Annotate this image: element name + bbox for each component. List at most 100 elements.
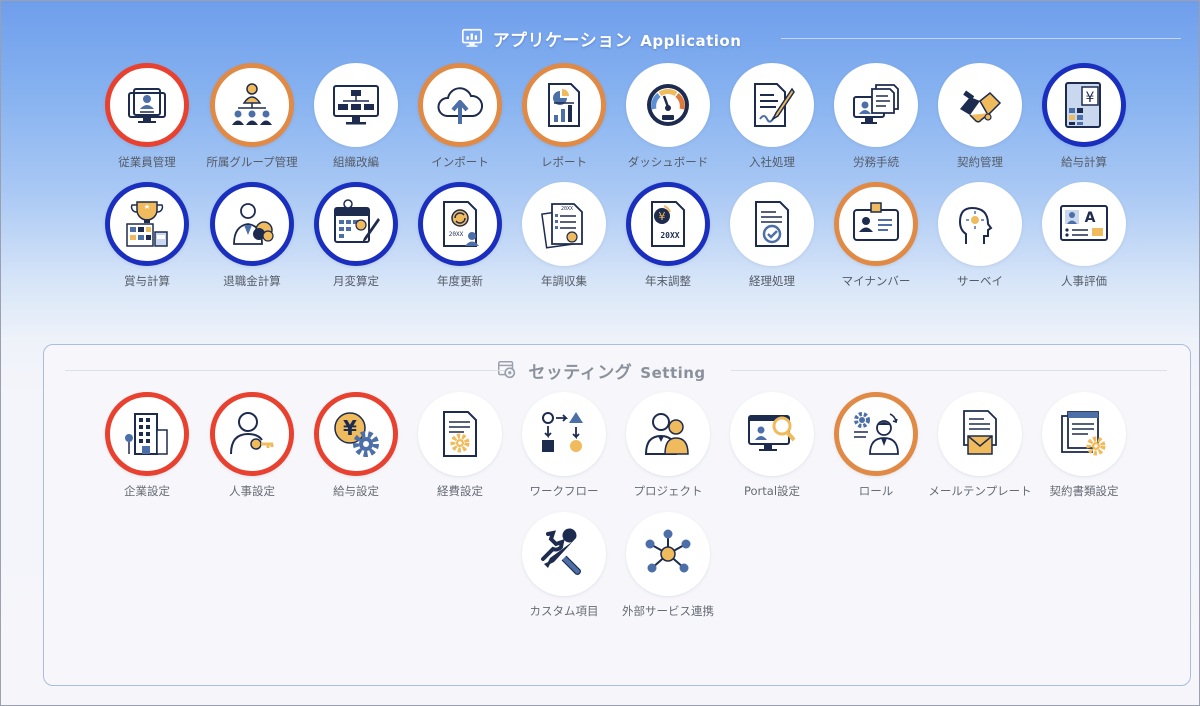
- tile-label[interactable]: 人事評価: [1024, 273, 1144, 289]
- tile-icon-circle[interactable]: [314, 63, 398, 147]
- tile-label[interactable]: 入社処理: [712, 154, 832, 170]
- app-tile-yen-gear[interactable]: ¥ 給与設定: [304, 392, 408, 512]
- tile-label[interactable]: マイナンバー: [816, 273, 936, 289]
- app-tile-report[interactable]: レポート: [512, 63, 616, 183]
- app-tile-user-key[interactable]: 人事設定: [200, 392, 304, 512]
- tile-label[interactable]: 給与計算: [1024, 154, 1144, 170]
- app-tile-evaluation-board[interactable]: A 人事評価: [1032, 182, 1136, 302]
- tile-label[interactable]: メールテンプレート: [920, 483, 1040, 499]
- tile-icon-circle[interactable]: [730, 182, 814, 266]
- tile-icon-circle[interactable]: 20XX: [418, 182, 502, 266]
- tile-icon-circle[interactable]: [834, 392, 918, 476]
- tile-label[interactable]: 所属グループ管理: [192, 154, 312, 170]
- app-tile-org-chart-monitor[interactable]: 組織改編: [304, 63, 408, 183]
- tile-icon-circle[interactable]: [522, 392, 606, 476]
- tile-label[interactable]: 契約書類設定: [1024, 483, 1144, 499]
- tile-label[interactable]: 退職金計算: [192, 273, 312, 289]
- tile-label[interactable]: レポート: [504, 154, 624, 170]
- app-tile-yen-calculator[interactable]: ¥ 給与計算: [1032, 63, 1136, 183]
- app-tile-trophy-calc[interactable]: 賞与計算: [95, 182, 199, 302]
- tile-label[interactable]: Portal設定: [712, 483, 832, 499]
- tile-icon-circle[interactable]: [730, 63, 814, 147]
- app-tile-accounting-check[interactable]: 経理処理: [720, 182, 824, 302]
- app-tile-expense-doc[interactable]: 経費設定: [408, 392, 512, 512]
- tile-icon-circle[interactable]: ¥: [1042, 63, 1126, 147]
- app-tile-tax-docs[interactable]: 20XX 年調収集: [512, 182, 616, 302]
- tile-icon-circle[interactable]: [730, 392, 814, 476]
- tile-icon-circle[interactable]: [105, 392, 189, 476]
- tile-icon-circle[interactable]: [210, 392, 294, 476]
- tile-label[interactable]: 年末調整: [608, 273, 728, 289]
- tile-label[interactable]: 年調収集: [504, 273, 624, 289]
- tile-icon-circle[interactable]: [210, 182, 294, 266]
- app-tile-building[interactable]: 企業設定: [95, 392, 199, 512]
- tile-label[interactable]: 経理処理: [712, 273, 832, 289]
- tile-icon-circle[interactable]: [314, 182, 398, 266]
- app-tile-year-end-adjust[interactable]: ¥20XX 年末調整: [616, 182, 720, 302]
- app-tile-network-hub[interactable]: 外部サービス連携: [616, 512, 720, 632]
- tile-icon-circle[interactable]: A: [1042, 182, 1126, 266]
- tile-icon-circle[interactable]: [1042, 392, 1126, 476]
- tile-label[interactable]: 契約管理: [920, 154, 1040, 170]
- app-tile-workflow[interactable]: ワークフロー: [512, 392, 616, 512]
- tile-label[interactable]: 賞与計算: [87, 273, 207, 289]
- app-tile-id-card[interactable]: マイナンバー: [824, 182, 928, 302]
- tile-label[interactable]: 年度更新: [400, 273, 520, 289]
- tile-label[interactable]: 月変算定: [296, 273, 416, 289]
- tile-label[interactable]: ワークフロー: [504, 483, 624, 499]
- app-tile-portal-search[interactable]: Portal設定: [720, 392, 824, 512]
- app-tile-mail-template[interactable]: メールテンプレート: [928, 392, 1032, 512]
- tile-icon-circle[interactable]: 20XX: [522, 182, 606, 266]
- app-tile-employee-id[interactable]: 従業員管理: [95, 63, 199, 183]
- app-tile-retirement-money[interactable]: 退職金計算: [200, 182, 304, 302]
- app-tile-handshake[interactable]: 契約管理: [928, 63, 1032, 183]
- tile-icon-circle[interactable]: [522, 512, 606, 596]
- tile-icon-circle[interactable]: [418, 392, 502, 476]
- tile-icon-circle[interactable]: [522, 63, 606, 147]
- sign-document-icon: [754, 83, 795, 127]
- launcher-page: アプリケーション Application 従業員管理 所属グループ管理 組織改編 インポ…: [0, 0, 1200, 706]
- app-tile-calendar-edit[interactable]: 月変算定: [304, 182, 408, 302]
- tile-icon-circle[interactable]: [626, 63, 710, 147]
- tile-label[interactable]: 人事設定: [192, 483, 312, 499]
- tile-icon-circle[interactable]: [105, 182, 189, 266]
- tile-icon-circle[interactable]: [418, 63, 502, 147]
- setting-title: セッティング Setting: [528, 362, 706, 383]
- tile-icon-circle[interactable]: [938, 63, 1022, 147]
- tile-label[interactable]: 労務手続: [816, 154, 936, 170]
- tile-label[interactable]: 給与設定: [296, 483, 416, 499]
- tile-label[interactable]: 企業設定: [87, 483, 207, 499]
- app-tile-cloud-upload[interactable]: インポート: [408, 63, 512, 183]
- tile-label[interactable]: プロジェクト: [608, 483, 728, 499]
- app-tile-role[interactable]: ロール: [824, 392, 928, 512]
- tile-label[interactable]: サーベイ: [920, 273, 1040, 289]
- app-tile-contract-docs-gear[interactable]: 契約書類設定: [1032, 392, 1136, 512]
- tile-label[interactable]: インポート: [400, 154, 520, 170]
- app-tile-org-group[interactable]: 所属グループ管理: [200, 63, 304, 183]
- tile-icon-circle[interactable]: [834, 63, 918, 147]
- app-tile-survey-head[interactable]: サーベイ: [928, 182, 1032, 302]
- tile-icon-circle[interactable]: ¥20XX: [626, 182, 710, 266]
- tile-icon-circle[interactable]: [834, 182, 918, 266]
- svg-text:¥: ¥: [1086, 90, 1095, 106]
- tile-icon-circle[interactable]: [626, 392, 710, 476]
- app-tile-wrench-screwdriver[interactable]: カスタム項目: [512, 512, 616, 632]
- app-tile-sign-document[interactable]: 入社処理: [720, 63, 824, 183]
- tile-icon-circle[interactable]: [105, 63, 189, 147]
- tile-label[interactable]: ロール: [816, 483, 936, 499]
- app-tile-annual-update[interactable]: 20XX 年度更新: [408, 182, 512, 302]
- app-tile-project-team[interactable]: プロジェクト: [616, 392, 720, 512]
- tile-label[interactable]: 従業員管理: [87, 154, 207, 170]
- tile-icon-circle[interactable]: [938, 182, 1022, 266]
- tile-label[interactable]: 外部サービス連携: [608, 603, 728, 619]
- tile-icon-circle[interactable]: [938, 392, 1022, 476]
- tile-label[interactable]: 組織改編: [296, 154, 416, 170]
- tile-label[interactable]: ダッシュボード: [608, 154, 728, 170]
- tile-label[interactable]: カスタム項目: [504, 603, 624, 619]
- app-tile-labor-procedure[interactable]: 労務手続: [824, 63, 928, 183]
- tile-label[interactable]: 経費設定: [400, 483, 520, 499]
- tile-icon-circle[interactable]: [626, 512, 710, 596]
- app-tile-gauge[interactable]: ダッシュボード: [616, 63, 720, 183]
- tile-icon-circle[interactable]: ¥: [314, 392, 398, 476]
- tile-icon-circle[interactable]: [210, 63, 294, 147]
